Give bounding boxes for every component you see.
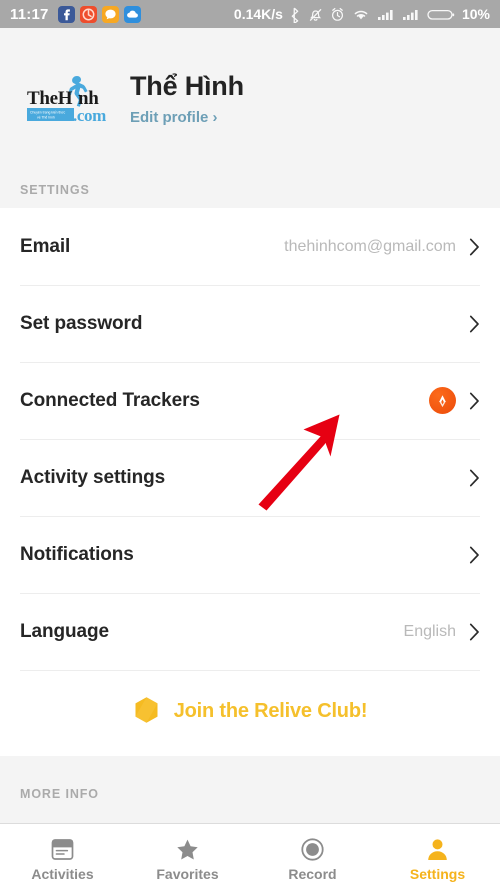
bluetooth-icon — [291, 7, 299, 23]
thehinh-com-logo: TheH nh Chuyên trang kiến thức về Thể hì… — [20, 66, 114, 132]
row-accessories — [469, 546, 480, 564]
row-accessories — [469, 315, 480, 333]
chevron-right-icon — [469, 623, 479, 640]
app-root: 11:17 0.14K/s 10% TheH nh Chuyên trang k… — [0, 0, 500, 889]
chevron-right-icon — [469, 315, 479, 332]
bottom-tab-bar: Activities Favorites Record Settings — [0, 823, 500, 889]
card-icon — [50, 836, 75, 862]
row-label: Connected Trackers — [20, 389, 200, 411]
edit-profile-link[interactable]: Edit profile › — [130, 109, 244, 126]
facebook-icon — [57, 5, 75, 23]
row-label: Set password — [20, 312, 143, 334]
row-value-language: English — [403, 622, 456, 640]
chevron-right-icon — [469, 469, 479, 486]
settings-row-language[interactable]: Language English — [0, 593, 500, 670]
row-label: Email — [20, 235, 71, 257]
join-relive-club-label: Join the Relive Club! — [173, 699, 368, 722]
row-accessories — [429, 387, 480, 414]
status-bar: 11:17 0.14K/s 10% — [0, 0, 500, 28]
star-icon — [175, 836, 200, 862]
wifi-icon — [354, 10, 368, 19]
row-label: Activity settings — [20, 466, 166, 488]
status-bar-clock: 11:17 — [10, 5, 49, 23]
settings-row-connected-trackers[interactable]: Connected Trackers — [0, 362, 500, 439]
more-info-section: MORE INFO — [0, 756, 500, 823]
row-value-email: thehinhcom@gmail.com — [284, 237, 456, 255]
profile-header[interactable]: TheH nh Chuyên trang kiến thức về Thể hì… — [0, 28, 500, 170]
signal-bars-icon — [377, 9, 393, 20]
profile-text: Thể Hình Edit profile › — [130, 70, 244, 126]
signal-bars-2-icon — [402, 9, 418, 20]
chevron-right-icon — [469, 238, 479, 255]
app-icon-cloud — [123, 5, 141, 23]
app-icon-orange-circle — [79, 5, 97, 23]
settings-row-notifications[interactable]: Notifications — [0, 516, 500, 593]
settings-row-list: Email thehinhcom@gmail.com Set password … — [0, 208, 500, 670]
mute-bell-icon — [309, 8, 322, 21]
tab-label: Settings — [409, 865, 466, 882]
row-accessories: English — [404, 623, 480, 641]
avatar: TheH nh Chuyên trang kiến thức về Thể hì… — [20, 66, 114, 132]
profile-name: Thể Hình — [130, 70, 244, 101]
record-circle-icon — [300, 836, 325, 862]
tab-favorites[interactable]: Favorites — [125, 824, 250, 889]
status-bar-indicators: 0.14K/s 10% — [234, 6, 490, 23]
tab-activities[interactable]: Activities — [0, 824, 125, 889]
settings-row-email[interactable]: Email thehinhcom@gmail.com — [0, 208, 500, 285]
app-icon-chat — [101, 5, 119, 23]
svg-text:Chuyên trang kiến thức: Chuyên trang kiến thức — [30, 111, 66, 115]
tab-record[interactable]: Record — [250, 824, 375, 889]
chevron-right-icon — [469, 392, 479, 409]
strava-icon — [429, 387, 456, 414]
alarm-clock-icon — [331, 7, 343, 21]
battery-percent-label: 10% — [461, 6, 490, 22]
network-speed-label: 0.14K/s — [233, 6, 283, 22]
svg-text:TheH: TheH — [27, 88, 73, 109]
join-relive-club-button[interactable]: Join the Relive Club! — [0, 670, 500, 756]
tab-label: Activities — [31, 865, 94, 882]
svg-text:.com: .com — [73, 106, 106, 125]
settings-section-header: SETTINGS — [0, 170, 500, 208]
row-accessories: thehinhcom@gmail.com — [284, 238, 480, 256]
tab-label: Record — [288, 865, 337, 882]
person-icon — [425, 836, 450, 862]
chevron-right-icon — [469, 546, 479, 563]
battery-icon — [427, 9, 455, 20]
row-accessories — [469, 469, 480, 487]
tab-label: Favorites — [156, 865, 219, 882]
row-label: Language — [20, 620, 109, 642]
status-bar-app-icons — [57, 5, 141, 23]
more-info-header: MORE INFO — [20, 787, 99, 801]
hexagon-badge-icon — [135, 697, 158, 723]
settings-row-set-password[interactable]: Set password — [0, 285, 500, 362]
settings-row-activity-settings[interactable]: Activity settings — [0, 439, 500, 516]
row-label: Notifications — [20, 543, 134, 565]
svg-text:về Thể hình: về Thể hình — [37, 115, 55, 119]
tab-settings[interactable]: Settings — [375, 824, 500, 889]
